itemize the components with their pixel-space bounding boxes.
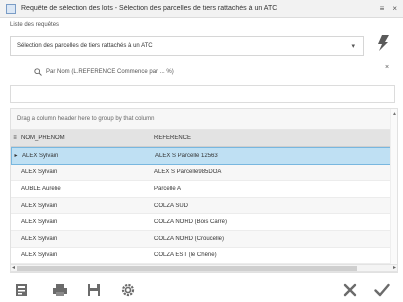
table-row[interactable]: ALEX Sylvain ALEX S Parcelle985DOA — [11, 164, 397, 182]
table-row[interactable]: AUBLE Aurelie Parcelle A — [11, 181, 397, 198]
cell-nom-prenom: AUBLE Aurelie — [21, 185, 61, 192]
settings-icon — [121, 283, 135, 297]
cancel-button[interactable] — [340, 280, 360, 300]
scroll-up-icon[interactable]: ▲ — [392, 111, 397, 117]
column-header-reference[interactable]: REFERENCE — [154, 135, 397, 141]
cell-reference: ALEX S Parcelle985DOA — [154, 169, 222, 176]
query-select[interactable]: Sélection des parcelles de tiers rattach… — [10, 36, 364, 56]
table-row[interactable]: ALEX Sylvain COLZA EST (le Chêne) — [11, 248, 397, 265]
table-row[interactable]: ALEX Sylvain COLZA NORD (Bois Carré) — [11, 214, 397, 231]
cell-nom-prenom: ALEX Sylvain — [21, 169, 58, 176]
close-icon — [343, 283, 357, 297]
cell-nom-prenom: ALEX Sylvain — [21, 235, 58, 242]
table-row[interactable]: ▸ ALEX Sylvain ALEX S Parcelle 12563 — [11, 147, 397, 165]
query-list-label: Liste des requêtes — [10, 22, 60, 28]
cell-nom-prenom: ALEX Sylvain — [21, 202, 58, 209]
scroll-right-icon[interactable]: ▸ — [393, 264, 396, 271]
pin-button[interactable] — [370, 30, 396, 56]
results-grid: Drag a column header here to group by th… — [10, 108, 398, 273]
chart-icon — [16, 284, 27, 296]
sort-indicator-icon: ≡ — [13, 135, 17, 141]
filter-input[interactable] — [10, 85, 395, 103]
check-icon — [374, 283, 390, 297]
print-button[interactable] — [50, 280, 70, 300]
column-header-nom-prenom[interactable]: NOM_PRENOM — [19, 135, 154, 141]
cell-reference: COLZA EST (le Chêne) — [154, 252, 217, 259]
cell-reference: COLZA NORD (Bois Carré) — [154, 219, 228, 226]
filter-criteria-label: Par Nom (L.REFERENCE Commence par ... %) — [46, 69, 174, 75]
group-by-hint: Drag a column header here to group by th… — [17, 116, 155, 122]
print-icon — [53, 284, 67, 296]
window-title: Requête de sélection des lots - Sélectio… — [21, 5, 278, 12]
settings-button[interactable] — [118, 280, 138, 300]
cell-reference: COLZA NORD (Croucelle) — [154, 235, 225, 242]
save-icon — [88, 284, 100, 296]
save-button[interactable] — [84, 280, 104, 300]
menu-button[interactable]: ≡ — [380, 4, 385, 13]
grid-header: ≡ NOM_PRENOM REFERENCE — [11, 130, 397, 147]
app-icon — [6, 3, 16, 14]
pin-icon — [378, 35, 389, 51]
cell-nom-prenom: ALEX Sylvain — [22, 152, 59, 159]
table-row[interactable]: ALEX Sylvain COLZA NORD (Croucelle) — [11, 230, 397, 248]
cell-nom-prenom: ALEX Sylvain — [21, 219, 58, 226]
filter-clear-icon[interactable]: × — [385, 64, 389, 71]
filter-criteria-row: Par Nom (L.REFERENCE Commence par ... %) — [10, 62, 393, 82]
cell-reference: Parcelle A — [154, 185, 182, 192]
vertical-scrollbar[interactable]: ▲ ▼ — [390, 109, 397, 272]
cell-reference: COLZA SUD — [154, 202, 189, 209]
cell-reference: ALEX S Parcelle 12563 — [155, 152, 218, 159]
horizontal-scrollbar[interactable]: ◂ ▸ — [10, 264, 398, 272]
search-icon — [34, 68, 42, 76]
window-titlebar: Requête de sélection des lots - Sélectio… — [0, 0, 403, 18]
table-row[interactable]: ALEX Sylvain COLZA SUD — [11, 197, 397, 215]
query-select-value: Sélection des parcelles de tiers rattach… — [17, 43, 153, 49]
group-by-panel[interactable]: Drag a column header here to group by th… — [11, 109, 397, 130]
close-window-button[interactable]: × — [392, 4, 397, 13]
cell-nom-prenom: ALEX Sylvain — [21, 252, 58, 259]
row-indicator-icon: ▸ — [14, 153, 18, 160]
horizontal-scroll-thumb[interactable] — [17, 266, 357, 271]
confirm-button[interactable] — [372, 280, 392, 300]
scroll-left-icon[interactable]: ◂ — [12, 264, 15, 271]
bottom-toolbar — [0, 276, 403, 302]
chart-button[interactable] — [12, 280, 32, 300]
chevron-down-icon[interactable]: ▾ — [351, 42, 355, 50]
